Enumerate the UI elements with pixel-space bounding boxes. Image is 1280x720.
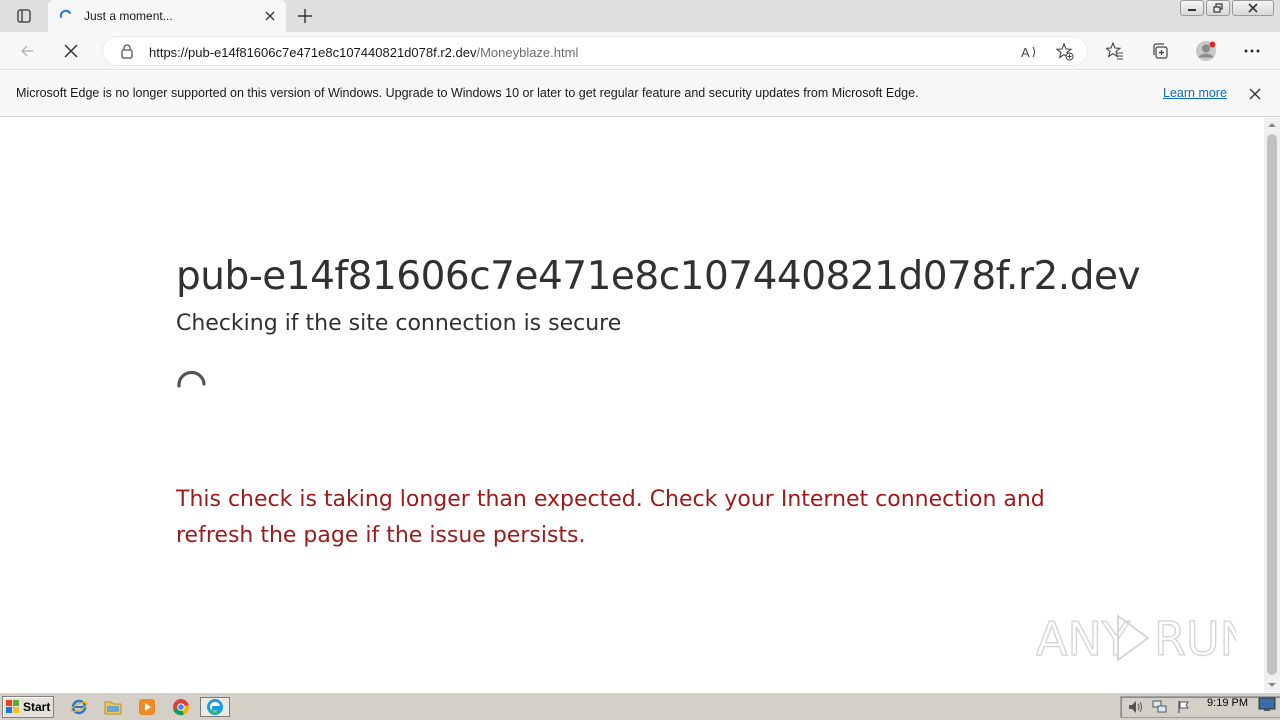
svg-text:ANY: ANY <box>1036 612 1131 666</box>
timeout-warning: This check is taking longer than expecte… <box>176 487 1045 548</box>
window-close-button[interactable] <box>1232 0 1274 16</box>
chrome-icon <box>173 699 190 716</box>
scroll-thumb[interactable] <box>1267 134 1277 675</box>
internet-explorer-icon <box>70 699 88 715</box>
taskbar-clock[interactable]: 9:19 PM <box>1207 697 1248 709</box>
tab-actions-icon <box>17 9 31 23</box>
tab-strip: Just a moment... <box>0 0 1280 32</box>
folder-icon <box>104 701 122 715</box>
minimize-icon <box>1188 9 1196 11</box>
infobar-message: Microsoft Edge is no longer supported on… <box>16 86 919 100</box>
add-favorite-button[interactable] <box>1054 41 1076 63</box>
volume-icon[interactable] <box>1127 699 1145 715</box>
tab-actions-button[interactable] <box>8 4 40 28</box>
settings-menu-button[interactable] <box>1237 36 1267 66</box>
favorites-button[interactable] <box>1100 36 1130 66</box>
network-icon <box>1152 700 1167 713</box>
read-aloud-icon: A <box>1021 45 1036 60</box>
browser-tab[interactable]: Just a moment... <box>48 0 286 32</box>
more-icon <box>1244 49 1260 53</box>
infobar-close-button[interactable] <box>1244 83 1266 105</box>
collections-icon <box>1153 43 1168 59</box>
taskbar-edge-button[interactable] <box>200 697 230 717</box>
svg-text:RUN: RUN <box>1154 612 1236 666</box>
tab-title: Just a moment... <box>84 9 173 23</box>
taskbar-chrome-button[interactable] <box>170 697 192 717</box>
anyrun-watermark-logo: ANY RUN <box>1036 611 1236 666</box>
star-add-icon <box>1056 43 1074 61</box>
flag-icon <box>1178 701 1189 713</box>
url-text[interactable]: https://pub-e14f81606c7e471e8c107440821d… <box>149 45 578 60</box>
url-host: https://pub-e14f81606c7e471e8c107440821d… <box>149 45 477 60</box>
page-subtitle: Checking if the site connection is secur… <box>176 311 622 336</box>
close-icon <box>1248 3 1258 13</box>
loading-spinner-icon <box>59 9 71 18</box>
svg-text:A: A <box>1021 45 1030 60</box>
taskbar-explorer-button[interactable] <box>102 697 124 717</box>
window-controls <box>1180 0 1274 18</box>
stop-icon <box>64 44 78 58</box>
edge-icon <box>207 699 223 715</box>
restore-icon <box>1213 3 1223 13</box>
profile-button[interactable] <box>1191 36 1221 66</box>
show-desktop-icon[interactable] <box>1258 696 1276 712</box>
lock-icon[interactable] <box>119 43 135 59</box>
scroll-up-button[interactable] <box>1264 118 1280 132</box>
avatar-icon <box>1196 41 1216 61</box>
windows-taskbar: Start 9:19 PM <box>0 692 1280 720</box>
address-bar[interactable]: https://pub-e14f81606c7e471e8c107440821d… <box>102 36 1088 66</box>
page-domain-heading: pub-e14f81606c7e471e8c107440821d078f.r2.… <box>176 254 1141 299</box>
chevron-up-icon <box>1268 123 1276 127</box>
back-button[interactable] <box>12 36 42 66</box>
url-path: /Moneyblaze.html <box>476 45 579 60</box>
windows-logo-icon <box>6 700 19 713</box>
scroll-down-button[interactable] <box>1264 678 1280 692</box>
tab-close-button[interactable] <box>260 6 280 26</box>
taskbar-media-player-button[interactable] <box>136 697 158 717</box>
favorites-icon <box>1106 42 1123 60</box>
page-content: pub-e14f81606c7e471e8c107440821d078f.r2.… <box>0 118 1264 692</box>
start-label: Start <box>23 700 51 714</box>
restore-button[interactable] <box>1206 0 1230 16</box>
stop-loading-button[interactable] <box>56 36 86 66</box>
start-button[interactable]: Start <box>2 696 54 718</box>
network-icon[interactable] <box>1151 699 1169 715</box>
close-icon <box>1249 88 1261 100</box>
system-tray <box>1120 696 1280 718</box>
new-tab-button[interactable] <box>292 4 318 28</box>
loading-spinner-icon <box>177 371 206 388</box>
media-player-icon <box>139 699 155 715</box>
close-icon <box>265 11 275 21</box>
taskbar-ie-button[interactable] <box>68 697 90 717</box>
unsupported-os-infobar: Microsoft Edge is no longer supported on… <box>0 71 1280 117</box>
chevron-down-icon <box>1268 683 1276 687</box>
plus-icon <box>298 9 312 23</box>
back-arrow-icon <box>21 45 33 57</box>
vertical-scrollbar[interactable] <box>1264 118 1280 692</box>
collections-button[interactable] <box>1145 36 1175 66</box>
read-aloud-button[interactable]: A <box>1019 41 1041 63</box>
action-center-flag-icon[interactable] <box>1175 699 1193 715</box>
learn-more-link[interactable]: Learn more <box>1163 86 1227 100</box>
browser-toolbar: https://pub-e14f81606c7e471e8c107440821d… <box>0 32 1280 70</box>
volume-icon <box>1129 701 1142 713</box>
minimize-button[interactable] <box>1180 0 1204 16</box>
